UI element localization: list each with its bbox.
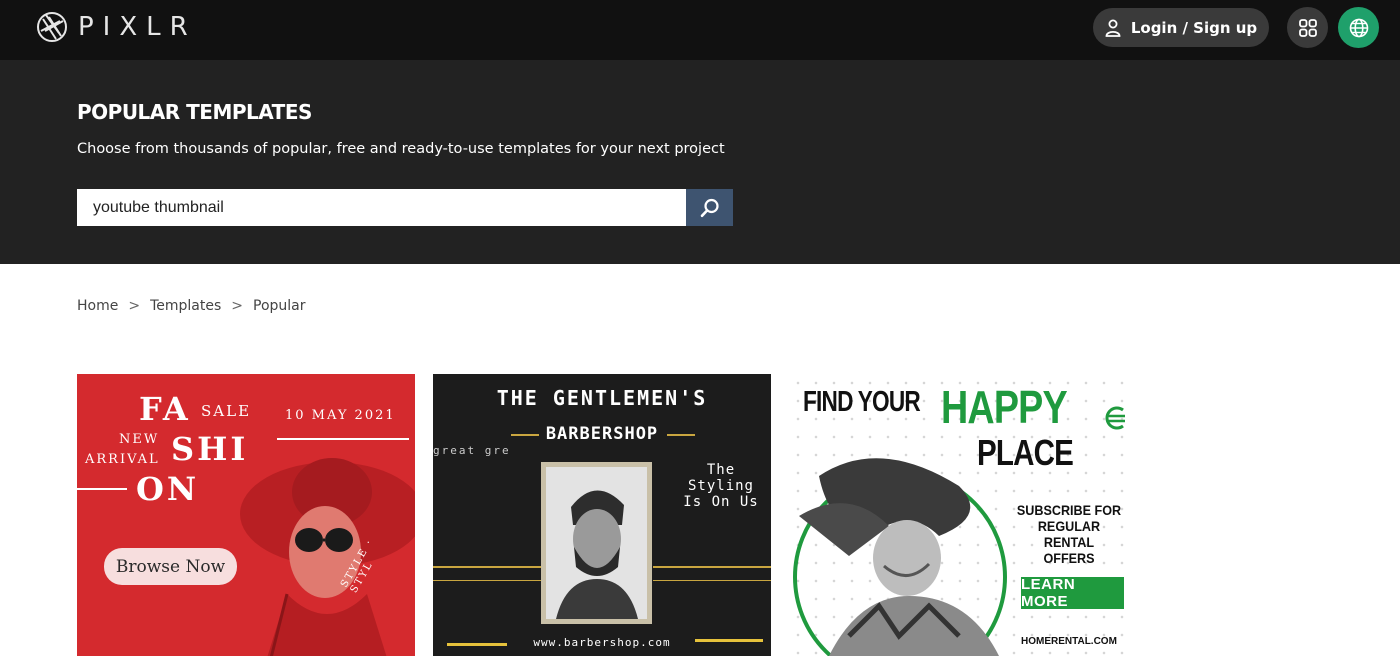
breadcrumb-home[interactable]: Home <box>77 298 118 314</box>
homerental-url: HOMERENTAL.COM <box>1021 636 1117 647</box>
arrival-label: ARRIVAL <box>85 452 160 467</box>
happy-text: HAPPY <box>941 381 1068 433</box>
divider <box>695 639 763 642</box>
search-icon <box>700 198 719 217</box>
barber-portrait-frame <box>541 462 652 624</box>
divider <box>77 488 127 490</box>
template-card-barbershop[interactable]: THE GENTLEMEN'S BARBERSHOP great gre The… <box>433 374 771 656</box>
divider <box>433 566 543 568</box>
language-button[interactable] <box>1338 7 1379 48</box>
pixlr-aperture-icon <box>37 12 67 42</box>
sale-label: SALE <box>201 402 252 420</box>
headline-shi: SHI <box>171 430 249 468</box>
headline-on: ON <box>136 470 200 508</box>
breadcrumb-separator: > <box>231 298 243 314</box>
bearded-man-image <box>546 467 647 619</box>
great-text: great gre <box>433 444 511 457</box>
apps-button[interactable] <box>1287 7 1328 48</box>
divider <box>653 580 771 581</box>
template-card-fashion-sale[interactable]: FA SALE 10 MAY 2021 NEW ARRIVAL SHI ON B… <box>77 374 415 656</box>
barbershop-subtitle: BARBERSHOP <box>545 424 659 444</box>
breadcrumb-separator: > <box>128 298 141 314</box>
top-navbar: PIXLR Login / Sign up <box>0 0 1400 60</box>
barbershop-title: THE GENTLEMEN'S <box>496 386 708 410</box>
breadcrumb-templates[interactable]: Templates <box>150 298 221 314</box>
pixlr-logo[interactable]: PIXLR <box>36 11 197 43</box>
apps-grid-icon <box>1298 18 1317 37</box>
template-card-happy-place[interactable]: FIND YOUR HAPPY PLACE SUBSCRIBE FOR REGU… <box>789 374 1127 656</box>
divider <box>277 438 409 440</box>
breadcrumb-popular[interactable]: Popular <box>253 298 306 314</box>
globe-icon <box>1349 18 1368 37</box>
divider <box>433 580 543 581</box>
learn-more-badge: LEARN MORE <box>1021 576 1124 610</box>
hero-section: POPULAR TEMPLATES Choose from thousands … <box>0 60 1400 264</box>
search-button[interactable] <box>686 189 733 226</box>
login-signup-button[interactable]: Login / Sign up <box>1093 8 1269 47</box>
page-subtitle: Choose from thousands of popular, free a… <box>77 141 725 157</box>
headline-fa: FA <box>139 390 191 428</box>
login-signup-label: Login / Sign up <box>1130 18 1258 37</box>
divider <box>447 643 507 646</box>
page-title: POPULAR TEMPLATES <box>77 100 312 124</box>
user-icon <box>1105 19 1121 37</box>
new-label: NEW <box>119 432 160 447</box>
browse-now-badge: Browse Now <box>104 548 237 585</box>
subscribe-text: SUBSCRIBE FOR REGULAR RENTAL OFFERS <box>1016 502 1122 566</box>
styling-text: The Styling Is On Us <box>683 462 759 510</box>
find-your-text: FIND YOUR <box>803 386 921 418</box>
divider <box>653 566 771 568</box>
divider <box>667 434 695 436</box>
breadcrumb: Home > Templates > Popular <box>77 298 306 314</box>
logo-text: PIXLR <box>78 12 197 42</box>
euro-decoration-icon <box>1105 406 1125 430</box>
search-input[interactable] <box>77 189 687 226</box>
date-label: 10 MAY 2021 <box>285 408 396 423</box>
woman-with-flowing-hair-image <box>799 458 999 656</box>
